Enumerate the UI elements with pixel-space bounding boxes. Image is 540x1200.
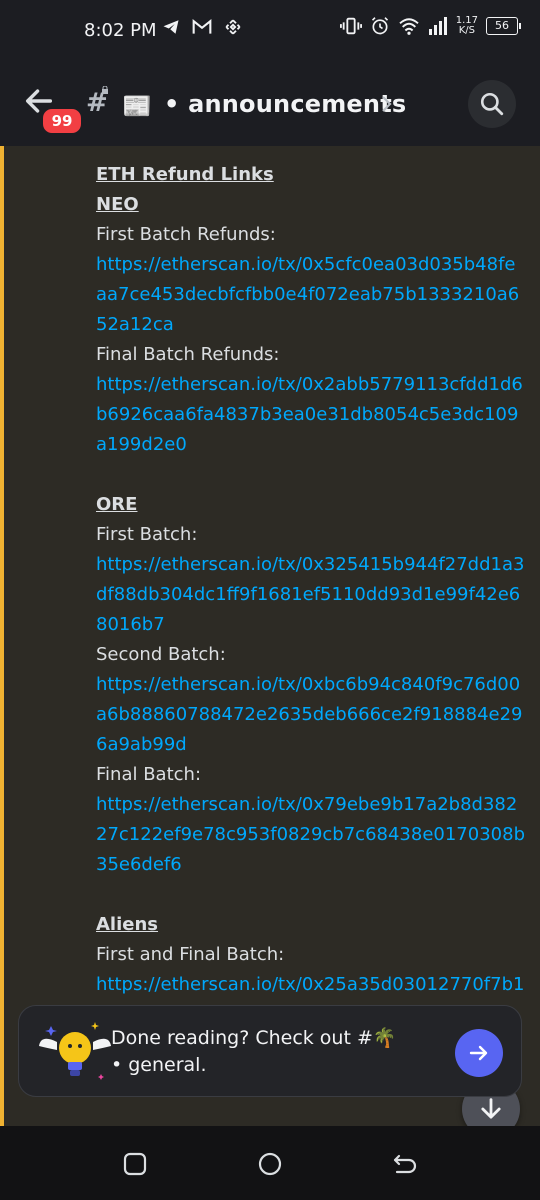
arrow-down-icon [481,1098,501,1119]
search-icon [480,92,504,116]
chevron-right-icon[interactable] [380,94,394,114]
aliens-label: First and Final Batch: [96,944,285,965]
signal-icon [428,17,447,35]
telegram-icon [163,20,179,34]
lightbulb-wings-icon [39,1022,111,1080]
status-time: 8:02 PM [84,20,157,41]
network-speed: 1.17 K/S [456,16,478,36]
ore-final-label: Final Batch: [96,764,202,785]
circle-icon[interactable] [256,1150,284,1178]
message-content: ETH Refund Links NEO First Batch Refunds… [96,160,526,1000]
message-area[interactable]: ETH Refund Links NEO First Batch Refunds… [0,146,540,1126]
battery-icon: 56 [486,17,521,35]
alarm-icon [371,17,388,35]
status-right: 1.17 K/S 56 [339,16,521,36]
binance-icon [225,19,241,35]
highlight-bar [0,146,4,1126]
done-reading-text: Done reading? Check out #🌴 • general. [111,1027,397,1076]
arrow-right-icon [469,1045,488,1061]
gmail-icon [192,18,212,34]
aliens-link[interactable]: https://etherscan.io/tx/0x25a35d03012770… [96,970,526,1000]
unread-badge: 99 [40,106,84,136]
channel-emoji: 📰 [122,92,152,120]
back-icon[interactable] [391,1150,419,1178]
neo-first-link[interactable]: https://etherscan.io/tx/0x5cfc0ea03d035b… [96,250,526,340]
lock-icon [102,86,108,94]
system-nav-bar [0,1126,540,1200]
ore-first-label: First Batch: [96,524,198,545]
square-icon[interactable] [121,1150,149,1178]
status-bar: 8:02 PM 1.17 K/S 56 [0,0,540,62]
notification-icons [162,18,242,36]
done-reading-card[interactable]: Done reading? Check out #🌴 • general. [18,1005,522,1097]
neo-final-label: Final Batch Refunds: [96,344,280,365]
channel-name[interactable]: • announcements [164,90,406,118]
heading-neo: NEO [96,194,139,215]
ore-final-link[interactable]: https://etherscan.io/tx/0x79ebe9b17a2b8d… [96,790,526,880]
ore-first-link[interactable]: https://etherscan.io/tx/0x325415b944f27d… [96,550,526,640]
heading-eth-refund: ETH Refund Links [96,164,274,185]
ore-second-label: Second Batch: [96,644,226,665]
go-to-channel-button[interactable] [455,1029,503,1077]
vibrate-icon [339,17,362,35]
wifi-icon [399,18,419,35]
neo-first-label: First Batch Refunds: [96,224,276,245]
speed-unit: K/S [458,25,475,36]
neo-final-link[interactable]: https://etherscan.io/tx/0x2abb5779113cfd… [96,370,526,460]
channel-header: 99 # 📰 • announcements [0,62,540,146]
ore-second-link[interactable]: https://etherscan.io/tx/0xbc6b94c840f9c7… [96,670,526,760]
search-button[interactable] [468,80,516,128]
heading-aliens: Aliens [96,914,159,935]
heading-ore: ORE [96,494,138,515]
